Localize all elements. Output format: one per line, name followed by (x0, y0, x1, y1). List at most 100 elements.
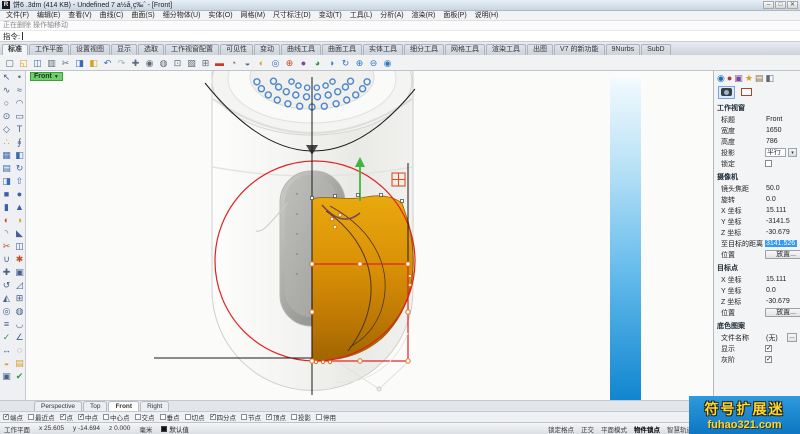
checkbox[interactable] (185, 414, 191, 420)
osnap-toggle[interactable]: 切点 (185, 412, 205, 422)
checkbox[interactable] (765, 356, 772, 363)
checkbox[interactable] (210, 414, 216, 420)
loft-icon[interactable]: ▤ (0, 162, 13, 175)
osnap-toggle[interactable]: 中心点 (103, 412, 130, 422)
gumball-toggle-icon[interactable]: ⊕ (283, 56, 296, 70)
toolbar-tab[interactable]: 曲线工具 (281, 44, 321, 55)
toolbar-tab[interactable]: 细分工具 (404, 44, 444, 55)
arc-icon[interactable]: ◠ (13, 97, 26, 110)
menu-item[interactable]: 说明(H) (471, 11, 503, 21)
undo-icon[interactable]: ↶ (101, 56, 114, 70)
checkbox[interactable] (78, 414, 84, 420)
show-objects-icon[interactable]: ◔ (227, 56, 240, 70)
close-button[interactable]: ✕ (787, 1, 798, 9)
text-icon[interactable]: T (13, 123, 26, 136)
property-row[interactable]: 镜头焦距 50.0 (714, 183, 800, 194)
split-icon[interactable]: ◫ (13, 240, 26, 253)
menu-item[interactable]: 变动(T) (315, 11, 346, 21)
paste-icon[interactable]: ◧ (87, 56, 100, 70)
minimize-button[interactable]: – (763, 1, 774, 9)
checkbox[interactable] (160, 414, 166, 420)
check-icon[interactable]: ✔ (13, 370, 26, 383)
hide-object-icon[interactable]: ◌ (13, 344, 26, 357)
shaded-view-icon[interactable]: ◑ (325, 56, 338, 70)
sphere-icon[interactable]: ● (13, 188, 26, 201)
pan-icon[interactable]: ✚ (129, 56, 142, 70)
property-row[interactable]: 显示 (714, 343, 800, 354)
property-row[interactable]: 位置 放置... (714, 249, 800, 260)
checkbox[interactable] (3, 414, 9, 420)
move-icon[interactable]: ✚ (0, 266, 13, 279)
lock-objects-icon[interactable]: ◒ (241, 56, 254, 70)
viewport-tab[interactable]: Top (83, 401, 107, 411)
property-row[interactable]: 至目标的距离 3141.526 (714, 238, 800, 249)
toolbar-tab[interactable]: 设置视图 (70, 44, 110, 55)
checkbox[interactable] (135, 414, 141, 420)
viewport-tab[interactable]: Perspective (34, 401, 82, 411)
checkbox[interactable] (241, 414, 247, 420)
menu-item[interactable]: 面板(P) (439, 11, 470, 21)
menu-item[interactable]: 文件(F) (2, 11, 33, 21)
toolbar-tab[interactable]: 显示 (111, 44, 137, 55)
command-line[interactable]: 指令: (0, 31, 800, 42)
select-icon[interactable]: ↖ (0, 71, 13, 84)
osnap-toggle[interactable]: 点 (60, 412, 74, 422)
box-icon[interactable]: ■ (0, 188, 13, 201)
point-icon[interactable]: • (13, 71, 26, 84)
cut-icon[interactable]: ✂ (59, 56, 72, 70)
checkbox[interactable] (765, 160, 772, 167)
rotate-view-icon[interactable]: ↻ (339, 56, 352, 70)
zoom-out-icon[interactable]: ⊖ (367, 56, 380, 70)
checkbox[interactable] (60, 414, 66, 420)
osnap-toggle[interactable]: 垂点 (160, 412, 180, 422)
menu-item[interactable]: 渲染(R) (408, 11, 440, 21)
toolbar-tab[interactable]: 可见性 (220, 44, 253, 55)
status-toggle[interactable]: 锁定格点 (548, 424, 574, 434)
menu-item[interactable]: 查看(V) (64, 11, 95, 21)
viewport-tab[interactable]: Front (108, 401, 139, 411)
osnap-toggle[interactable]: 端点 (3, 412, 23, 422)
surface-icon[interactable]: ▦ (0, 149, 13, 162)
zoom-window-icon[interactable]: ◍ (157, 56, 170, 70)
layer-panel-icon[interactable]: ◐ (255, 56, 268, 70)
osnap-toggle[interactable]: 中点 (78, 412, 98, 422)
osnap-toggle[interactable]: 停用 (316, 412, 336, 422)
zoom-extents-icon[interactable]: ⊡ (171, 56, 184, 70)
save-file-icon[interactable]: ◫ (31, 56, 44, 70)
osnap-toggle[interactable]: 交点 (135, 412, 155, 422)
toolbar-tab[interactable]: 工作视窗配置 (165, 44, 219, 55)
new-file-icon[interactable]: ▢ (3, 56, 16, 70)
group-icon[interactable]: ▣ (0, 370, 13, 383)
property-row[interactable]: 位置 放置... (714, 307, 800, 318)
property-row[interactable]: X 坐标 15.111 (714, 205, 800, 216)
helix-icon[interactable]: ∮ (13, 136, 26, 149)
polygon-icon[interactable]: ◇ (0, 123, 13, 136)
toolbar-tab[interactable]: SubD (641, 44, 671, 55)
units-label[interactable]: 毫米 (139, 424, 152, 434)
property-row[interactable]: 宽度 1650 (714, 125, 800, 136)
checkbox[interactable] (103, 414, 109, 420)
layers-icon[interactable]: ▤ (13, 357, 26, 370)
status-toggle[interactable]: 正交 (581, 424, 594, 434)
property-row[interactable]: 投影 平行 (714, 147, 800, 158)
viewport-title[interactable]: Front ▼ (30, 72, 63, 81)
display-tab-icon[interactable]: ▣ (734, 73, 743, 84)
copy-icon[interactable]: ◨ (73, 56, 86, 70)
toolbar-tab[interactable]: 实体工具 (363, 44, 403, 55)
checkbox[interactable] (266, 414, 272, 420)
redo-icon[interactable]: ↷ (115, 56, 128, 70)
dimension-icon[interactable]: ↔ (0, 344, 13, 357)
cone-icon[interactable]: ▲ (13, 201, 26, 214)
polyline-icon[interactable]: ∿ (0, 84, 13, 97)
blend-icon[interactable]: ◡ (13, 318, 26, 331)
menu-item[interactable]: 尺寸标注(D) (269, 11, 315, 21)
property-row[interactable]: Y 坐标 -3141.5 (714, 216, 800, 227)
angle-icon[interactable]: ∠ (13, 331, 26, 344)
edge-surface-icon[interactable]: ◧ (13, 149, 26, 162)
analyze-direction-icon[interactable]: ✓ (0, 331, 13, 344)
status-toggle[interactable]: 平面模式 (601, 424, 627, 434)
cylinder-icon[interactable]: ▮ (0, 201, 13, 214)
zoom-dynamic-icon[interactable]: ◉ (143, 56, 156, 70)
layer-chip[interactable]: 默认值 (161, 424, 189, 434)
toolbar-tab[interactable]: 出图 (527, 44, 553, 55)
